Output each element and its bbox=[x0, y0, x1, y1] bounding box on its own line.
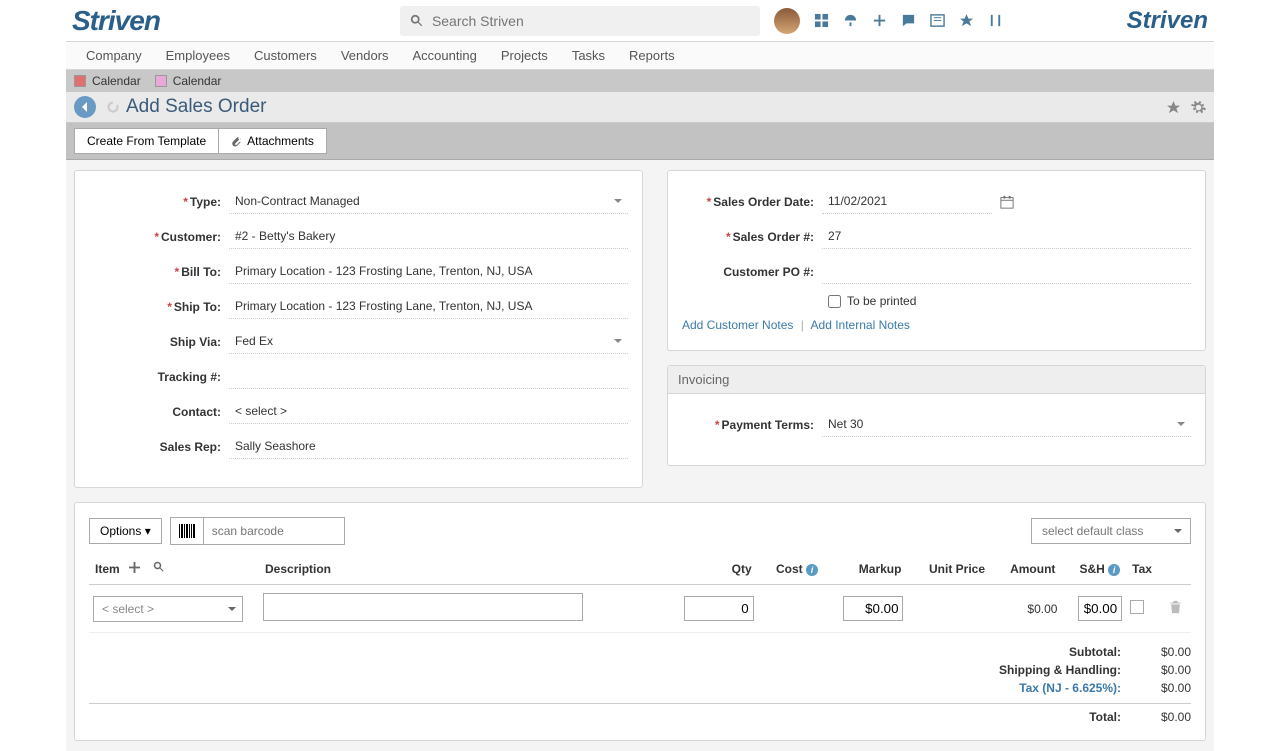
add-item-icon[interactable] bbox=[129, 562, 140, 573]
arrow-left-icon bbox=[79, 101, 91, 113]
plus-icon[interactable] bbox=[872, 13, 887, 28]
cost-info-icon[interactable]: i bbox=[806, 564, 818, 576]
cal-label-2[interactable]: Calendar bbox=[173, 74, 222, 88]
star-icon[interactable] bbox=[959, 13, 974, 28]
cal-color-2[interactable] bbox=[155, 75, 167, 87]
salesrep-field[interactable]: Sally Seashore bbox=[229, 434, 628, 459]
nav-vendors[interactable]: Vendors bbox=[341, 48, 389, 63]
billto-field[interactable]: Primary Location - 123 Frosting Lane, Tr… bbox=[229, 259, 628, 284]
barcode-scan[interactable] bbox=[170, 517, 345, 545]
back-button[interactable] bbox=[74, 96, 96, 118]
delete-row-icon[interactable] bbox=[1169, 600, 1182, 614]
paperclip-icon bbox=[231, 136, 242, 147]
search-item-icon[interactable] bbox=[153, 561, 165, 573]
item-sh-input[interactable] bbox=[1078, 596, 1122, 621]
order-date-input[interactable] bbox=[822, 189, 992, 214]
nav-customers[interactable]: Customers bbox=[254, 48, 317, 63]
settings-icon[interactable] bbox=[988, 13, 1003, 28]
page-header: Add Sales Order bbox=[66, 92, 1214, 123]
payment-terms-select[interactable]: Net 30 bbox=[822, 412, 1191, 437]
nav-reports[interactable]: Reports bbox=[629, 48, 675, 63]
calendar-icon[interactable] bbox=[1000, 195, 1014, 209]
add-internal-notes-link[interactable]: Add Internal Notes bbox=[811, 318, 910, 332]
order-meta-panel: *Sales Order Date: *Sales Order #: Custo… bbox=[667, 170, 1206, 351]
chat-icon[interactable] bbox=[901, 13, 916, 28]
cal-color-1[interactable] bbox=[74, 75, 86, 87]
nav-company[interactable]: Company bbox=[86, 48, 142, 63]
item-description-input[interactable] bbox=[263, 593, 583, 621]
order-details-panel: *Type:Non-Contract Managed *Customer:#2 … bbox=[74, 170, 643, 488]
search-box[interactable] bbox=[400, 6, 760, 36]
item-qty-input[interactable] bbox=[684, 596, 754, 621]
item-markup-input[interactable] bbox=[843, 596, 903, 621]
news-icon[interactable] bbox=[930, 13, 945, 28]
customer-po-input[interactable] bbox=[822, 259, 1191, 284]
order-number-input[interactable] bbox=[822, 224, 1191, 249]
totals: Subtotal:$0.00 Shipping & Handling:$0.00… bbox=[89, 643, 1191, 726]
attachments-button[interactable]: Attachments bbox=[218, 128, 327, 154]
line-items-panel: Options ▾ select default class Item Desc… bbox=[74, 502, 1206, 741]
sh-info-icon[interactable]: i bbox=[1108, 564, 1120, 576]
item-tax-checkbox[interactable] bbox=[1130, 600, 1144, 614]
create-from-template-button[interactable]: Create From Template bbox=[74, 128, 218, 154]
main-nav: Company Employees Customers Vendors Acco… bbox=[66, 42, 1214, 70]
search-icon bbox=[410, 14, 424, 28]
type-select[interactable]: Non-Contract Managed bbox=[229, 189, 628, 214]
invoicing-panel: Invoicing *Payment Terms:Net 30 bbox=[667, 365, 1206, 466]
contact-select[interactable]: < select > bbox=[229, 399, 628, 424]
logo-right: Striven bbox=[1127, 7, 1208, 35]
to-be-printed-checkbox[interactable] bbox=[828, 295, 841, 308]
nav-accounting[interactable]: Accounting bbox=[413, 48, 477, 63]
customer-field[interactable]: #2 - Betty's Bakery bbox=[229, 224, 628, 249]
nav-tasks[interactable]: Tasks bbox=[572, 48, 605, 63]
top-icons bbox=[774, 8, 1003, 34]
refresh-icon[interactable] bbox=[104, 98, 122, 116]
item-select[interactable]: < select > bbox=[93, 596, 243, 622]
favorite-icon[interactable] bbox=[1166, 100, 1181, 115]
shipvia-select[interactable]: Fed Ex bbox=[229, 329, 628, 354]
invoicing-header: Invoicing bbox=[668, 366, 1205, 394]
avatar[interactable] bbox=[774, 8, 800, 34]
add-customer-notes-link[interactable]: Add Customer Notes bbox=[682, 318, 793, 332]
options-button[interactable]: Options ▾ bbox=[89, 518, 162, 544]
default-class-select[interactable]: select default class bbox=[1031, 518, 1191, 544]
apps-icon[interactable] bbox=[814, 13, 829, 28]
logo: Striven bbox=[72, 5, 160, 37]
item-amount: $0.00 bbox=[991, 585, 1061, 633]
calendar-bar: Calendar Calendar bbox=[66, 70, 1214, 92]
to-be-printed-label: To be printed bbox=[847, 294, 916, 308]
nav-projects[interactable]: Projects bbox=[501, 48, 548, 63]
top-bar: Striven Striven bbox=[66, 0, 1214, 42]
barcode-icon bbox=[171, 518, 204, 544]
search-input[interactable] bbox=[432, 13, 750, 29]
nav-employees[interactable]: Employees bbox=[166, 48, 230, 63]
items-table: Item Description Qty Cost i Markup Unit … bbox=[89, 553, 1191, 633]
dashboard-icon[interactable] bbox=[843, 13, 858, 28]
item-row: < select > $0.00 bbox=[89, 585, 1191, 633]
shipto-field[interactable]: Primary Location - 123 Frosting Lane, Tr… bbox=[229, 294, 628, 319]
tracking-input[interactable] bbox=[229, 364, 628, 389]
cal-label-1[interactable]: Calendar bbox=[92, 74, 141, 88]
tax-link[interactable]: Tax (NJ - 6.625%): bbox=[921, 681, 1121, 695]
gear-icon[interactable] bbox=[1191, 100, 1206, 115]
barcode-input[interactable] bbox=[204, 524, 344, 538]
page-title: Add Sales Order bbox=[126, 96, 266, 118]
action-bar: Create From Template Attachments bbox=[66, 123, 1214, 160]
